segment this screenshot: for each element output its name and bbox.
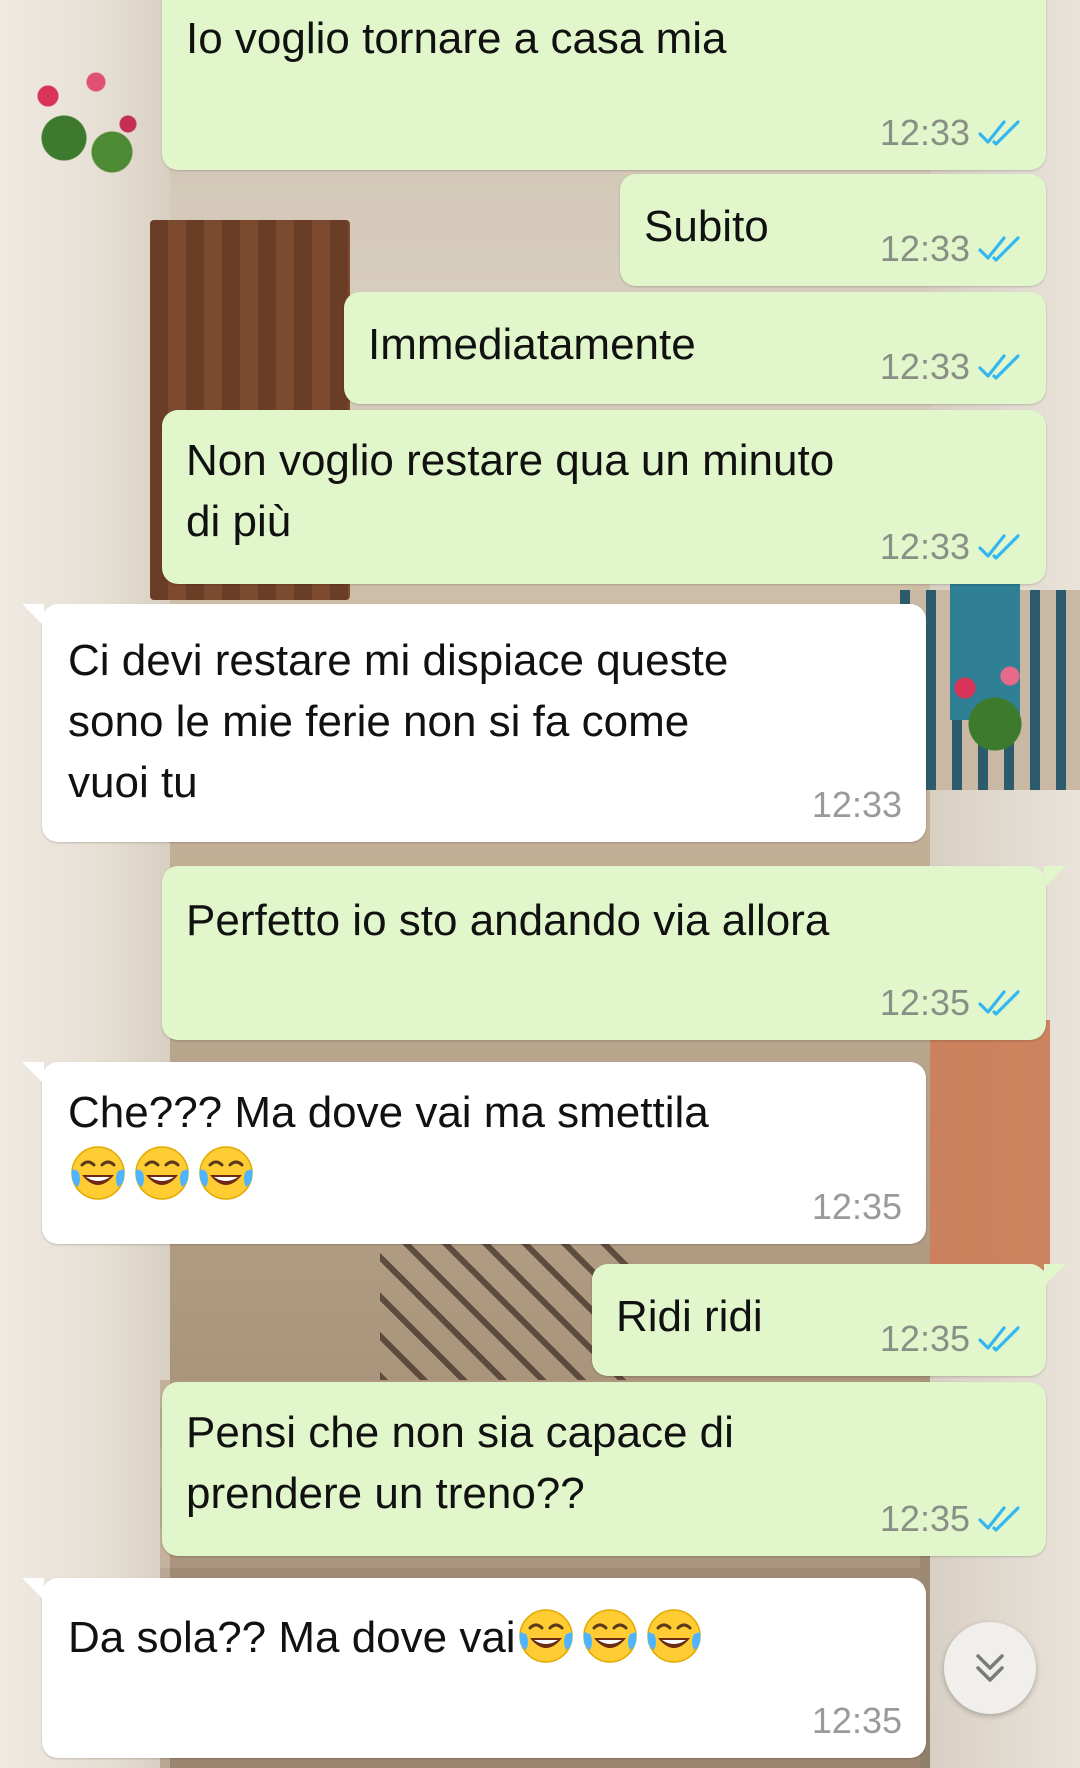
message-text: Subito xyxy=(644,202,769,251)
message-text-line: sono le mie ferie non si fa come xyxy=(68,697,690,746)
message-time: 12:33 xyxy=(879,346,970,387)
message-time: 12:35 xyxy=(811,1186,902,1227)
message-meta: 12:33 xyxy=(812,786,902,824)
double-chevron-down-icon xyxy=(976,1654,1004,1682)
double-check-icon xyxy=(978,118,1022,148)
face-with-tears-of-joy-icon xyxy=(580,1606,640,1666)
double-check-icon xyxy=(978,988,1022,1018)
message-meta: 12:35 xyxy=(880,1320,1022,1358)
message-text: Perfetto io sto andando via allora xyxy=(186,896,830,945)
message-text-line: Ci devi restare mi dispiace queste xyxy=(68,636,729,685)
message-bubble-outgoing[interactable]: Subito 12:33 xyxy=(620,174,1046,286)
message-text: Da sola?? Ma dove vai xyxy=(68,1606,708,1668)
face-with-tears-of-joy-icon xyxy=(196,1143,256,1203)
message-text: Ridi ridi xyxy=(616,1292,763,1341)
wallpaper-orange-door xyxy=(930,1020,1050,1270)
double-check-icon xyxy=(978,234,1022,264)
message-text-line: Pensi che non sia capace di xyxy=(186,1408,734,1457)
message-bubble-outgoing[interactable]: Perfetto io sto andando via allora 12:35 xyxy=(162,866,1066,1040)
message-bubble-outgoing[interactable]: Immediatamente 12:33 xyxy=(344,292,1046,404)
message-text-line: di più xyxy=(186,497,292,546)
wallpaper-flowers-balcony xyxy=(920,640,1070,760)
message-text-line: Non voglio restare qua un minuto xyxy=(186,436,835,485)
message-meta: 12:35 xyxy=(880,984,1022,1022)
bubble-tail xyxy=(22,604,44,626)
message-text-line: prendere un treno?? xyxy=(186,1469,585,1518)
double-check-icon xyxy=(978,352,1022,382)
message-bubble-outgoing[interactable]: Pensi che non sia capace di prendere un t… xyxy=(162,1382,1046,1556)
message-time: 12:33 xyxy=(879,526,970,567)
message-time: 12:35 xyxy=(879,1498,970,1539)
message-text: Pensi che non sia capace di prendere un t… xyxy=(186,1402,734,1524)
face-with-tears-of-joy-icon xyxy=(644,1606,704,1666)
message-time: 12:35 xyxy=(811,1700,902,1741)
double-check-icon xyxy=(978,532,1022,562)
message-time: 12:35 xyxy=(879,1318,970,1359)
bubble-tail xyxy=(1044,1264,1066,1286)
message-text: Non voglio restare qua un minuto di più xyxy=(186,430,834,552)
face-with-tears-of-joy-icon xyxy=(516,1606,576,1666)
message-bubble-incoming[interactable]: Che??? Ma dove vai ma smettila 12:35 xyxy=(22,1062,926,1244)
message-meta: 12:35 xyxy=(812,1188,902,1226)
message-time: 12:33 xyxy=(811,784,902,825)
face-with-tears-of-joy-icon xyxy=(68,1143,128,1203)
message-text: Ci devi restare mi dispiace queste sono l… xyxy=(68,630,728,813)
message-text-line: Da sola?? Ma dove vai xyxy=(68,1613,516,1662)
message-time: 12:33 xyxy=(879,112,970,153)
message-meta: 12:33 xyxy=(880,230,1022,268)
message-text: Immediatamente xyxy=(368,320,696,369)
message-time: 12:33 xyxy=(879,228,970,269)
scroll-to-bottom-button[interactable] xyxy=(944,1622,1036,1714)
message-meta: 12:33 xyxy=(880,348,1022,386)
double-check-icon xyxy=(978,1504,1022,1534)
wallpaper-flowers xyxy=(0,40,160,180)
message-meta: 12:35 xyxy=(880,1500,1022,1538)
message-meta: 12:33 xyxy=(880,528,1022,566)
message-meta: 12:33 xyxy=(880,114,1022,152)
double-check-icon xyxy=(978,1324,1022,1354)
bubble-tail xyxy=(1044,866,1066,888)
message-bubble-incoming[interactable]: Da sola?? Ma dove vai 12:35 xyxy=(22,1578,926,1758)
wallpaper-wall-left xyxy=(0,0,170,1768)
message-bubble-outgoing[interactable]: Non voglio restare qua un minuto di più 1… xyxy=(162,410,1046,584)
message-bubble-incoming[interactable]: Ci devi restare mi dispiace queste sono l… xyxy=(22,604,926,842)
message-text-line: vuoi tu xyxy=(68,758,198,807)
bubble-tail xyxy=(22,1062,44,1084)
message-meta: 12:35 xyxy=(812,1702,902,1740)
message-text-line: Che??? Ma dove vai ma smettila xyxy=(68,1088,709,1137)
message-bubble-outgoing[interactable]: Io voglio tornare a casa mia 12:33 xyxy=(162,0,1046,170)
face-with-tears-of-joy-icon xyxy=(132,1143,192,1203)
message-time: 12:35 xyxy=(879,982,970,1023)
message-bubble-outgoing[interactable]: Ridi ridi 12:35 xyxy=(592,1264,1066,1376)
message-text: Che??? Ma dove vai ma smettila xyxy=(68,1082,709,1205)
bubble-tail xyxy=(22,1578,44,1600)
message-text: Io voglio tornare a casa mia xyxy=(186,14,727,63)
